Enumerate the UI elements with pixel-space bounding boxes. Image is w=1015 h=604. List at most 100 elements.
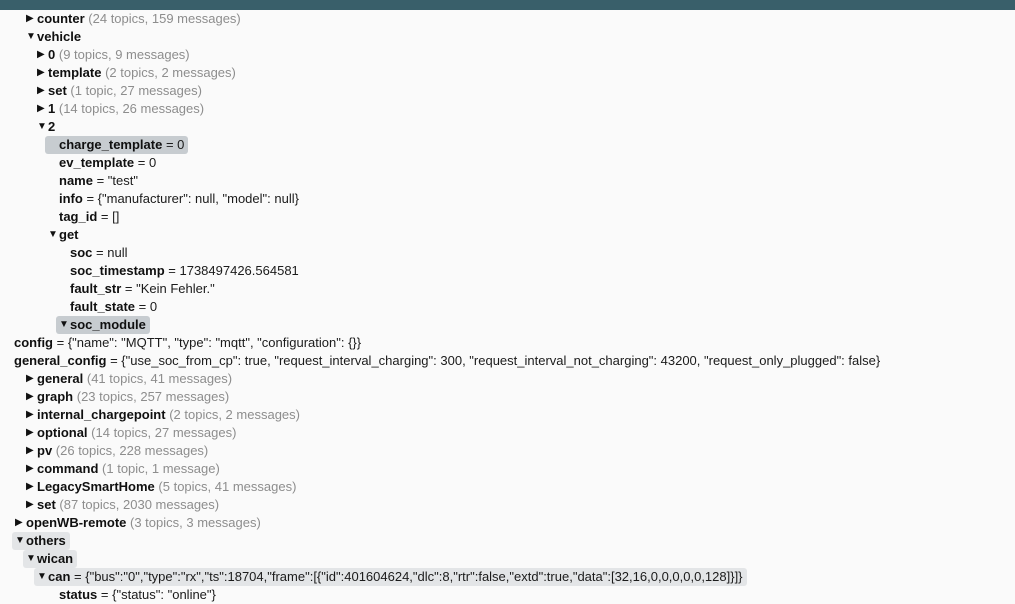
tree-node-content: ▼wican bbox=[23, 550, 78, 568]
tree-node-content: ▶ template (2 topics, 2 messages) bbox=[34, 64, 240, 82]
tree-node-status[interactable]: ▶status = {"status": "online"} bbox=[0, 586, 1015, 604]
tree-node-tag-id[interactable]: ▶tag_id = [] bbox=[0, 208, 1015, 226]
tree-node-set[interactable]: ▶ set (1 topic, 27 messages) bbox=[0, 82, 1015, 100]
tree-node-content: ▶ 1 (14 topics, 26 messages) bbox=[34, 100, 208, 118]
tree-node-command[interactable]: ▶ command (1 topic, 1 message) bbox=[0, 460, 1015, 478]
tree-node-name[interactable]: ▶name = "test" bbox=[0, 172, 1015, 190]
tree-node-template[interactable]: ▶ template (2 topics, 2 messages) bbox=[0, 64, 1015, 82]
chevron-right-icon[interactable]: ▶ bbox=[37, 46, 48, 64]
tree-node-get[interactable]: ▼get bbox=[0, 226, 1015, 244]
tree-node-general-config[interactable]: ▶general_config = {"use_soc_from_cp": tr… bbox=[0, 352, 1015, 370]
tree-node-counter[interactable]: ▶ counter (24 topics, 159 messages) bbox=[0, 10, 1015, 28]
tree-node-content: ▶ 0 (9 topics, 9 messages) bbox=[34, 46, 194, 64]
chevron-right-icon[interactable]: ▶ bbox=[26, 496, 37, 514]
chevron-right-icon[interactable]: ▶ bbox=[26, 406, 37, 424]
tree-node-graph[interactable]: ▶ graph (23 topics, 257 messages) bbox=[0, 388, 1015, 406]
tree-node-fault-state[interactable]: ▶fault_state = 0 bbox=[0, 298, 1015, 316]
tree-node-content: ▶ pv (26 topics, 228 messages) bbox=[23, 442, 212, 460]
tree-node-content: ▼vehicle bbox=[23, 28, 85, 46]
tree-node-soc[interactable]: ▶soc = null bbox=[0, 244, 1015, 262]
tree-node-ev-template[interactable]: ▶ev_template = 0 bbox=[0, 154, 1015, 172]
tree-node-content: ▶soc_timestamp = 1738497426.564581 bbox=[56, 262, 303, 280]
tree-node-key: name bbox=[59, 173, 93, 188]
tree-node-key: info bbox=[59, 191, 83, 206]
tree-node-internal-chargepoint[interactable]: ▶ internal_chargepoint (2 topics, 2 messa… bbox=[0, 406, 1015, 424]
chevron-down-icon[interactable]: ▼ bbox=[59, 316, 70, 334]
tree-node-value: "test" bbox=[107, 173, 138, 188]
tree-node-counts: (14 topics, 26 messages) bbox=[58, 101, 205, 116]
tree-node-equals: = bbox=[106, 353, 122, 368]
tree-node-content: ▶name = "test" bbox=[45, 172, 142, 190]
tree-node-key: soc bbox=[70, 245, 93, 260]
tree-node-key: can bbox=[48, 569, 71, 584]
chevron-right-icon[interactable]: ▶ bbox=[26, 10, 37, 28]
chevron-down-icon[interactable]: ▼ bbox=[37, 118, 48, 136]
tree-node-charge-template[interactable]: ▶charge_template = 0 bbox=[0, 136, 1015, 154]
tree-node-content: ▶ command (1 topic, 1 message) bbox=[23, 460, 224, 478]
chevron-right-icon[interactable]: ▶ bbox=[26, 460, 37, 478]
tree-node-info[interactable]: ▶info = {"manufacturer": null, "model": … bbox=[0, 190, 1015, 208]
tree-node-value: {"manufacturer": null, "model": null} bbox=[97, 191, 299, 206]
tree-node-can[interactable]: ▼can = {"bus":"0","type":"rx","ts":18704… bbox=[0, 568, 1015, 586]
tree-node-value: 0 bbox=[148, 155, 157, 170]
chevron-right-icon[interactable]: ▶ bbox=[26, 478, 37, 496]
chevron-right-icon[interactable]: ▶ bbox=[26, 424, 37, 442]
tree-node-key: config bbox=[14, 335, 53, 350]
tree-node-content: ▶general_config = {"use_soc_from_cp": tr… bbox=[0, 352, 884, 370]
tree-node-content: ▶ general (41 topics, 41 messages) bbox=[23, 370, 236, 388]
tree-node-key: LegacySmartHome bbox=[37, 479, 155, 494]
tree-node-key: charge_template bbox=[59, 137, 163, 152]
tree-node-key: others bbox=[26, 533, 66, 548]
tree-node-soc-module[interactable]: ▼soc_module bbox=[0, 316, 1015, 334]
tree-node-key: get bbox=[59, 227, 79, 242]
tree-node-value: 1738497426.564581 bbox=[179, 263, 299, 278]
chevron-right-icon[interactable]: ▶ bbox=[37, 64, 48, 82]
tree-node-soc-timestamp[interactable]: ▶soc_timestamp = 1738497426.564581 bbox=[0, 262, 1015, 280]
chevron-right-icon[interactable]: ▶ bbox=[26, 388, 37, 406]
tree-node-counts: (5 topics, 41 messages) bbox=[158, 479, 297, 494]
tree-node-vehicle[interactable]: ▼vehicle bbox=[0, 28, 1015, 46]
chevron-down-icon[interactable]: ▼ bbox=[48, 226, 59, 244]
tree-node-equals: = bbox=[70, 569, 86, 584]
chevron-right-icon[interactable]: ▶ bbox=[26, 370, 37, 388]
tree-node-content: ▶ internal_chargepoint (2 topics, 2 messa… bbox=[23, 406, 304, 424]
tree-node-fault-str[interactable]: ▶fault_str = "Kein Fehler." bbox=[0, 280, 1015, 298]
tree-node-openwb-remote[interactable]: ▶ openWB-remote (3 topics, 3 messages) bbox=[0, 514, 1015, 532]
tree-node-wican[interactable]: ▼wican bbox=[0, 550, 1015, 568]
tree-node-equals: = bbox=[92, 173, 108, 188]
tree-node-content: ▶ev_template = 0 bbox=[45, 154, 160, 172]
tree-node-equals: = bbox=[97, 587, 113, 602]
chevron-right-icon[interactable]: ▶ bbox=[37, 82, 48, 100]
tree-node-pv[interactable]: ▶ pv (26 topics, 228 messages) bbox=[0, 442, 1015, 460]
chevron-right-icon[interactable]: ▶ bbox=[15, 514, 26, 532]
chevron-down-icon[interactable]: ▼ bbox=[26, 550, 37, 568]
tree-node-content: ▼2 bbox=[34, 118, 59, 136]
tree-node-content: ▶ graph (23 topics, 257 messages) bbox=[23, 388, 233, 406]
tree-node-set[interactable]: ▶ set (87 topics, 2030 messages) bbox=[0, 496, 1015, 514]
tree-node-config[interactable]: ▶config = {"name": "MQTT", "type": "mqtt… bbox=[0, 334, 1015, 352]
chevron-down-icon[interactable]: ▼ bbox=[15, 532, 26, 550]
tree-node-content: ▼can = {"bus":"0","type":"rx","ts":18704… bbox=[34, 568, 747, 586]
tree-node-general[interactable]: ▶ general (41 topics, 41 messages) bbox=[0, 370, 1015, 388]
tree-node-optional[interactable]: ▶ optional (14 topics, 27 messages) bbox=[0, 424, 1015, 442]
tree-node-content: ▶ LegacySmartHome (5 topics, 41 messages) bbox=[23, 478, 300, 496]
tree-node-0[interactable]: ▶ 0 (9 topics, 9 messages) bbox=[0, 46, 1015, 64]
chevron-right-icon[interactable]: ▶ bbox=[26, 442, 37, 460]
tree-node-counts: (3 topics, 3 messages) bbox=[130, 515, 261, 530]
tree-node-equals: = bbox=[162, 137, 178, 152]
mqtt-topic-tree[interactable]: ▶ counter (24 topics, 159 messages) ▼vehic… bbox=[0, 10, 1015, 604]
tree-node-value: 0 bbox=[149, 299, 158, 314]
chevron-right-icon[interactable]: ▶ bbox=[37, 100, 48, 118]
tree-node-counts: (9 topics, 9 messages) bbox=[58, 47, 190, 62]
tree-node-counts: (2 topics, 2 messages) bbox=[105, 65, 236, 80]
chevron-down-icon[interactable]: ▼ bbox=[37, 568, 48, 586]
tree-node-key: wican bbox=[37, 551, 74, 566]
tree-node-key: general bbox=[37, 371, 84, 386]
tree-node-2[interactable]: ▼2 bbox=[0, 118, 1015, 136]
tree-node-legacysmarthome[interactable]: ▶ LegacySmartHome (5 topics, 41 messages) bbox=[0, 478, 1015, 496]
tree-node-content: ▶ openWB-remote (3 topics, 3 messages) bbox=[12, 514, 265, 532]
tree-node-1[interactable]: ▶ 1 (14 topics, 26 messages) bbox=[0, 100, 1015, 118]
tree-node-key: counter bbox=[37, 11, 85, 26]
tree-node-others[interactable]: ▼others bbox=[0, 532, 1015, 550]
chevron-down-icon[interactable]: ▼ bbox=[26, 28, 37, 46]
